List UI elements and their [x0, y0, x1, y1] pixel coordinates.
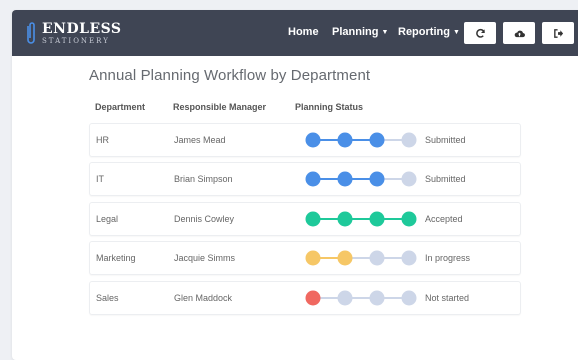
- status-step-dot: [337, 171, 353, 187]
- status-step-dot: [369, 250, 385, 266]
- department-name: HR: [96, 135, 109, 145]
- status-step-dot: [337, 132, 353, 148]
- nav-planning[interactable]: Planning ▼: [332, 26, 388, 38]
- column-header-department: Department: [95, 102, 146, 112]
- manager-name: Dennis Cowley: [174, 214, 235, 224]
- status-step-dot: [401, 132, 417, 148]
- status-step-dot: [305, 171, 321, 187]
- cloud-upload-icon: [514, 30, 525, 37]
- status-step-dot: [401, 171, 417, 187]
- status-label: Not started: [425, 293, 470, 303]
- refresh-button[interactable]: [464, 22, 496, 44]
- status-step-dot: [337, 211, 353, 227]
- status-step-dot: [305, 132, 321, 148]
- status-step-dot: [305, 250, 321, 266]
- status-label: Submitted: [425, 174, 466, 184]
- column-header-status: Planning Status: [295, 102, 364, 112]
- manager-name: Brian Simpson: [174, 174, 233, 184]
- table-row[interactable]: Sales Glen Maddock Not started: [89, 281, 521, 315]
- status-label: Submitted: [425, 135, 466, 145]
- status-label: In progress: [425, 253, 471, 263]
- department-name: Marketing: [96, 253, 136, 263]
- table-row[interactable]: Marketing Jacquie Simms In progress: [89, 241, 521, 275]
- nav-reporting-label: Reporting: [398, 26, 450, 38]
- status-step-dot: [401, 290, 417, 306]
- status-progress: [305, 250, 417, 266]
- status-progress: [305, 290, 417, 306]
- table-row[interactable]: HR James Mead Submitted: [89, 123, 521, 157]
- status-progress: [305, 171, 417, 187]
- manager-name: Glen Maddock: [174, 293, 233, 303]
- logo-subtitle: STATIONERY: [42, 36, 110, 45]
- column-header-manager: Responsible Manager: [173, 102, 267, 112]
- nav-home[interactable]: Home: [288, 26, 319, 38]
- manager-name: Jacquie Simms: [174, 253, 236, 263]
- logo-title: ENDLESS: [42, 20, 122, 37]
- department-name: Sales: [96, 293, 119, 303]
- app-window: ENDLESS STATIONERY Home Planning ▼ Report…: [12, 10, 578, 360]
- status-step-dot: [337, 290, 353, 306]
- department-name: IT: [96, 174, 104, 184]
- sign-out-button[interactable]: [542, 22, 574, 44]
- status-step-dot: [401, 211, 417, 227]
- status-progress: [305, 211, 417, 227]
- upload-button[interactable]: [503, 22, 535, 44]
- nav-planning-label: Planning: [332, 26, 379, 38]
- status-step-dot: [369, 171, 385, 187]
- manager-name: James Mead: [174, 135, 226, 145]
- status-step-dot: [369, 290, 385, 306]
- status-step-dot: [369, 211, 385, 227]
- logo[interactable]: ENDLESS STATIONERY: [24, 19, 122, 47]
- status-progress: [305, 132, 417, 148]
- chevron-down-icon: ▼: [452, 29, 460, 36]
- nav-home-label: Home: [288, 26, 319, 38]
- table-row[interactable]: IT Brian Simpson Submitted: [89, 162, 521, 196]
- status-step-dot: [401, 250, 417, 266]
- table-row[interactable]: Legal Dennis Cowley Accepted: [89, 202, 521, 236]
- chevron-down-icon: ▼: [381, 29, 389, 36]
- department-name: Legal: [96, 214, 119, 224]
- status-label: Accepted: [425, 214, 463, 224]
- status-step-dot: [337, 250, 353, 266]
- navbar: ENDLESS STATIONERY Home Planning ▼ Report…: [12, 10, 578, 56]
- status-step-dot: [305, 290, 321, 306]
- nav-reporting[interactable]: Reporting ▼: [398, 26, 460, 38]
- page-title: Annual Planning Workflow by Department: [89, 67, 371, 84]
- status-step-dot: [305, 211, 321, 227]
- refresh-icon: [475, 28, 485, 38]
- paperclip-icon: [27, 22, 35, 44]
- status-step-dot: [369, 132, 385, 148]
- sign-out-icon: [553, 28, 563, 38]
